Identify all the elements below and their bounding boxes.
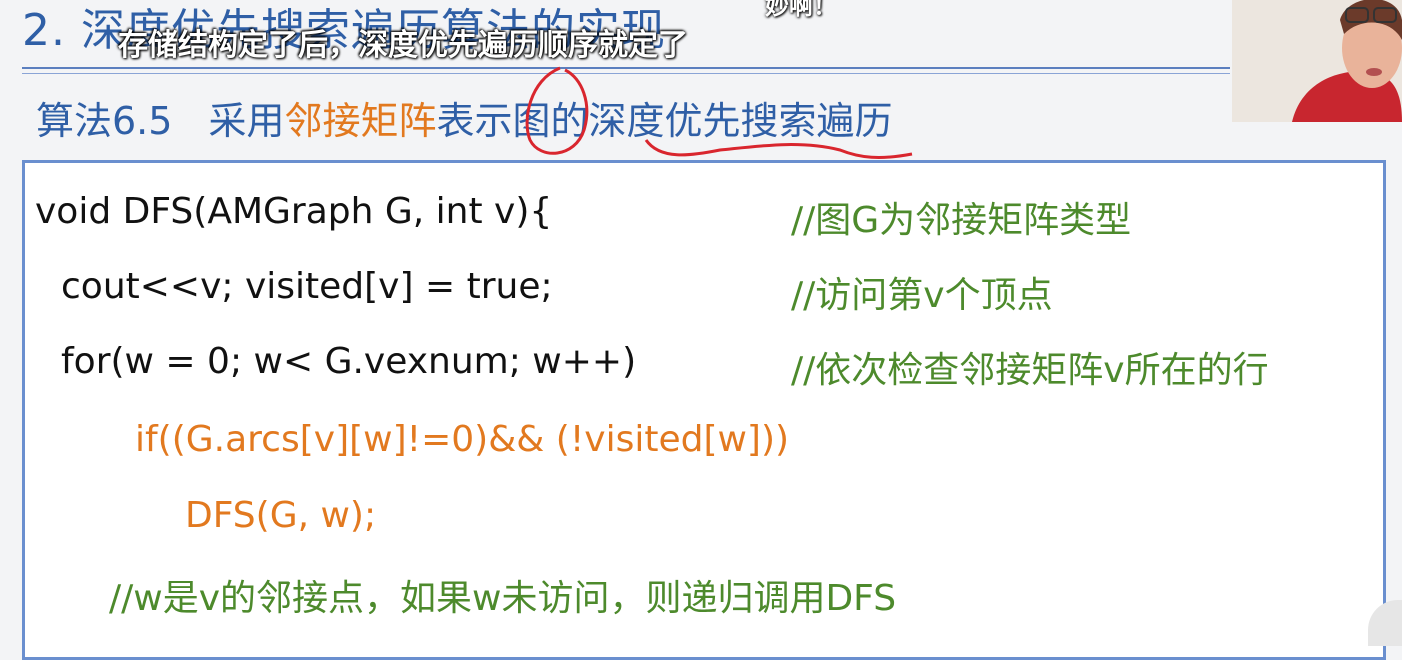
algorithm-text-after: 表示图的深度优先搜索遍历 [436,99,893,143]
code-block: void DFS(AMGraph G, int v){ //图G为邻接矩阵类型 … [22,160,1386,660]
code-line-3: for(w = 0; w< G.vexnum; w++) [61,341,637,382]
code-comment-2: //访问第v个顶点 [791,275,1053,316]
code-line-4: if((G.arcs[v][w]!=0)&& (!visited[w])) [135,419,790,460]
video-subtitle: 存储结构定了后，深度优先遍历顺序就定了 [118,28,688,63]
algorithm-text-before: 采用 [208,99,285,143]
code-comment-1: //图G为邻接矩阵类型 [791,200,1132,241]
code-line-5: DFS(G, w); [185,495,377,536]
algorithm-highlight: 邻接矩阵 [284,99,437,143]
danmaku-comment: 妙啊！ [765,0,837,20]
title-divider [22,67,1230,69]
code-line-1: void DFS(AMGraph G, int v){ [35,191,553,232]
code-comment-3: //依次检查邻接矩阵v所在的行 [791,350,1269,391]
title-divider-thin [22,73,1230,74]
algorithm-number: 算法6.5 [36,99,173,143]
presenter-icon [1232,0,1402,122]
algorithm-heading: 算法6.5 采用邻接矩阵表示图的深度优先搜索遍历 [36,90,892,145]
code-line-2: cout<<v; visited[v] = true; [61,266,553,307]
code-comment-4: //w是v的邻接点，如果w未访问，则递归调用DFS [109,578,897,619]
webcam-overlay [1232,0,1402,122]
